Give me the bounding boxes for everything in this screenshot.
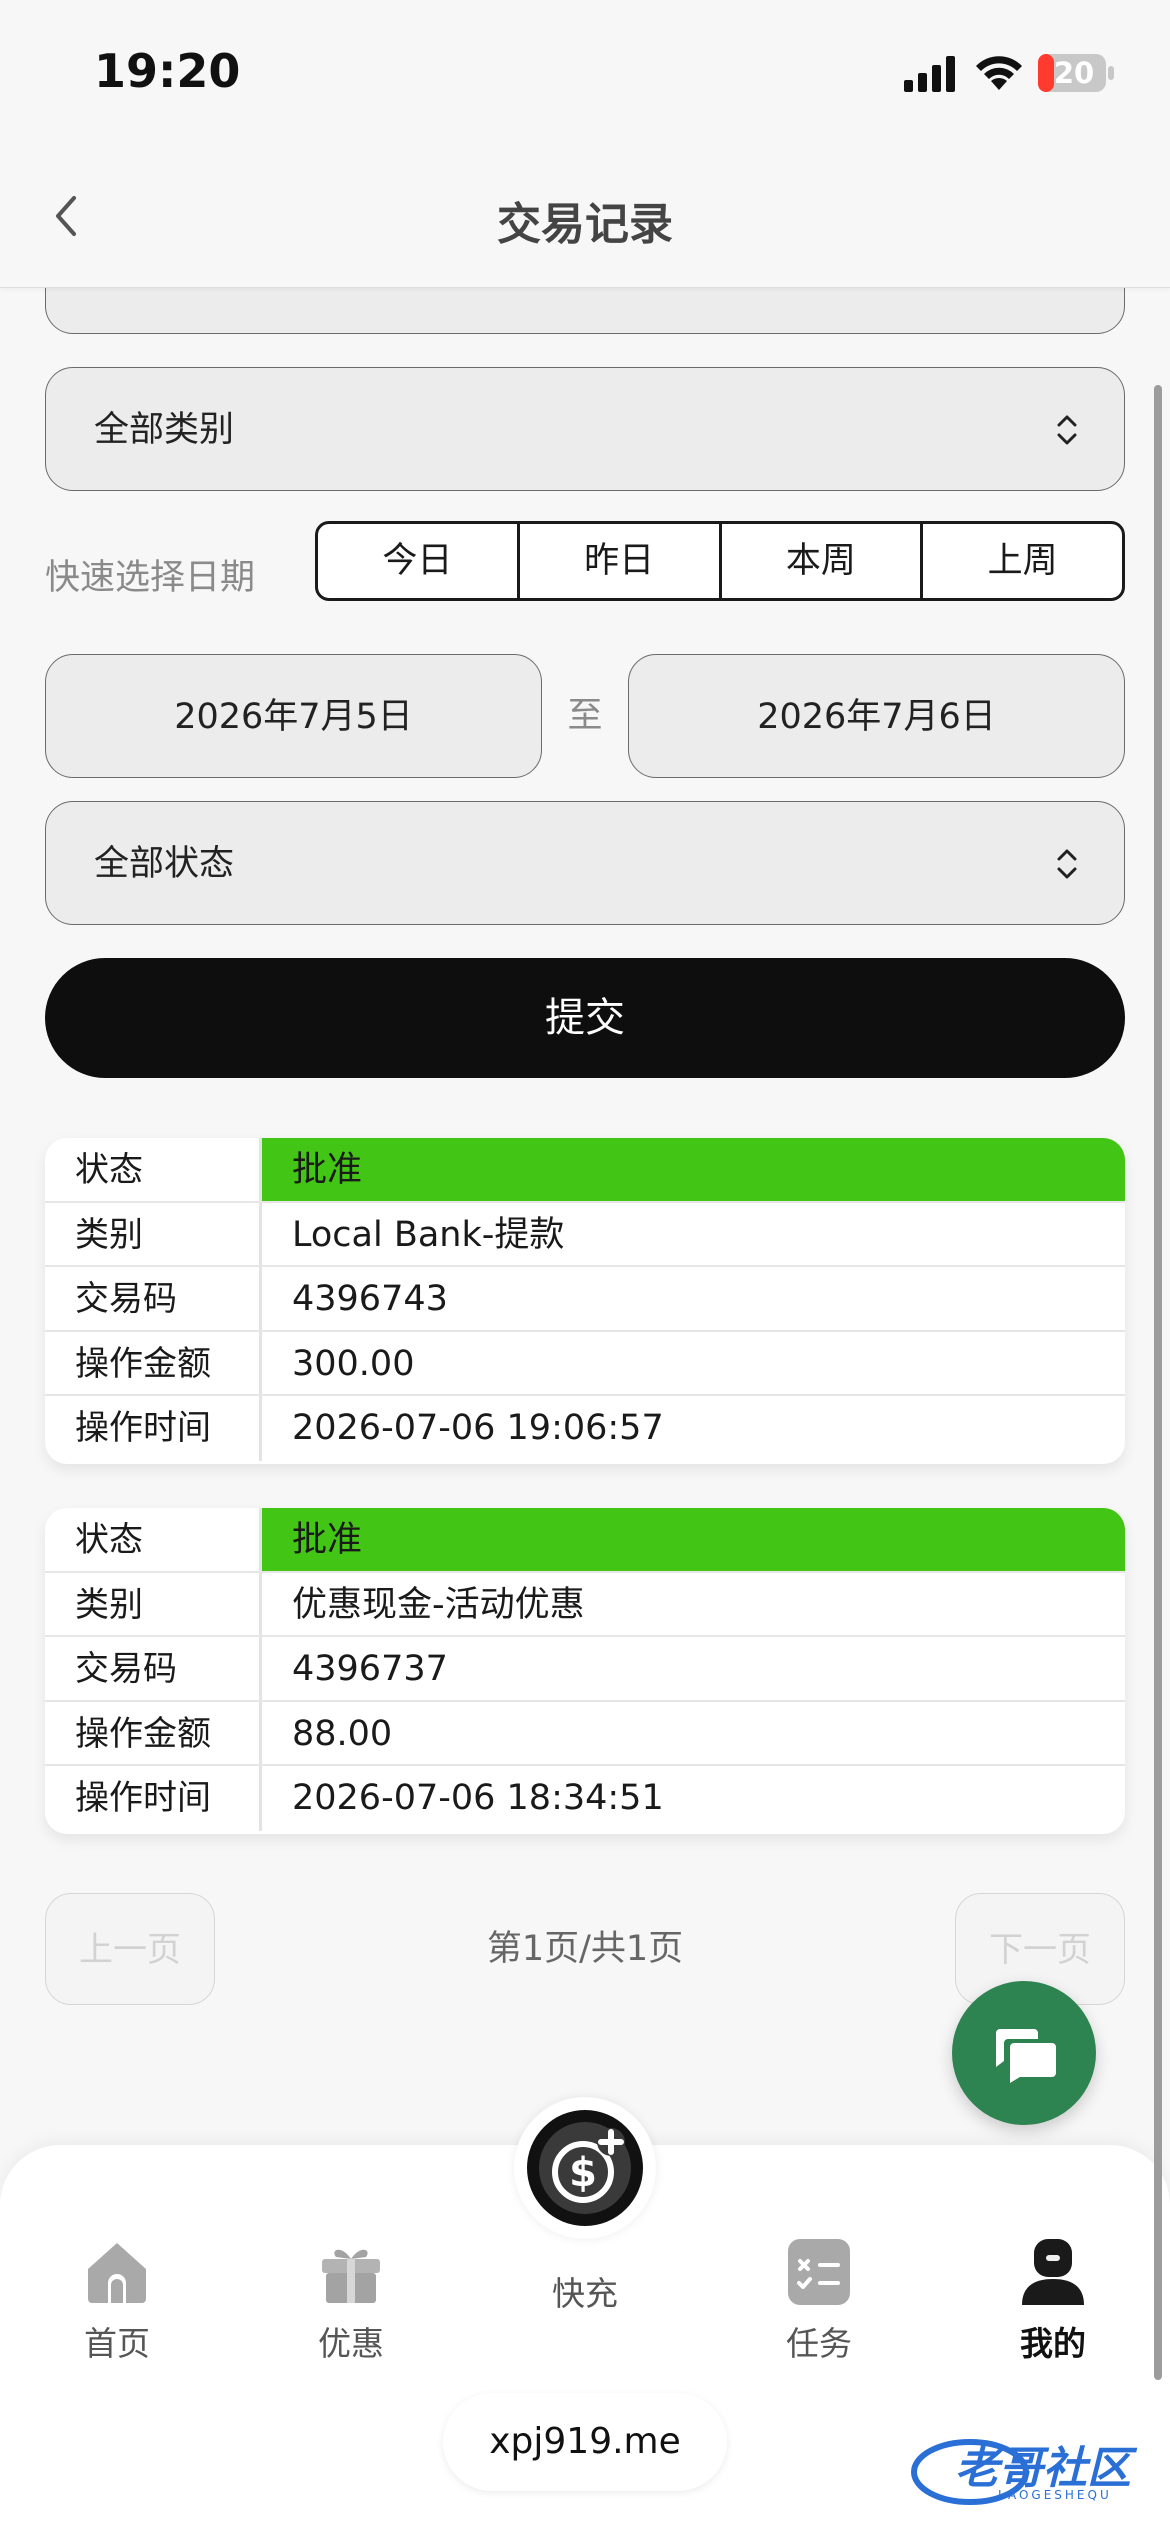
tab-promotions[interactable]: 优惠 xyxy=(234,2185,468,2363)
record-row-status: 状态 批准 xyxy=(45,1138,1125,1203)
nav-header: 交易记录 xyxy=(0,150,1170,288)
timezone-select[interactable]: 北京时间 xyxy=(45,288,1125,334)
profile-icon xyxy=(1022,2239,1084,2305)
date-to-field[interactable]: 2026年7月6日 xyxy=(628,654,1125,778)
record-key: 类别 xyxy=(45,1202,262,1265)
chat-button[interactable] xyxy=(952,1981,1096,2125)
record-row-time: 操作时间 2026-07-06 19:06:57 xyxy=(45,1396,1125,1461)
record-key: 类别 xyxy=(45,1572,262,1635)
gift-icon xyxy=(322,2249,380,2303)
cellular-signal-icon xyxy=(904,56,955,92)
quick-date-today[interactable]: 今日 xyxy=(318,524,520,598)
date-from-field[interactable]: 2026年7月5日 xyxy=(45,654,542,778)
quick-date-segmented: 今日 昨日 本周 上周 xyxy=(315,521,1125,601)
record-key: 交易码 xyxy=(45,1267,262,1330)
home-icon xyxy=(88,2243,146,2303)
record-key: 状态 xyxy=(45,1508,262,1571)
record-key: 状态 xyxy=(45,1138,262,1201)
quick-deposit-button[interactable]: $ xyxy=(514,2097,656,2239)
date-separator: 至 xyxy=(567,696,603,736)
watermark-text: 老哥社区 xyxy=(955,2443,1131,2494)
battery-level: 20 xyxy=(1053,56,1095,90)
page-title: 交易记录 xyxy=(497,199,673,250)
scrollbar[interactable] xyxy=(1154,385,1162,2380)
tab-tasks-label: 任务 xyxy=(786,2324,852,2363)
record-amount: 300.00 xyxy=(292,1343,415,1384)
dollar-plus-icon: $ xyxy=(527,2110,643,2226)
record-key: 交易码 xyxy=(45,1637,262,1700)
wifi-icon xyxy=(976,56,1022,90)
record-row-code: 交易码 4396737 xyxy=(45,1637,1125,1702)
status-bar: 19:20 20 xyxy=(0,0,1170,150)
record-amount: 88.00 xyxy=(292,1713,393,1754)
prev-page-button[interactable]: 上一页 xyxy=(45,1893,215,2005)
tab-home-label: 首页 xyxy=(84,2324,150,2363)
record-code: 4396743 xyxy=(292,1279,448,1319)
record-category: 优惠现金-活动优惠 xyxy=(292,1584,585,1625)
record-row-status: 状态 批准 xyxy=(45,1508,1125,1573)
record-row-category: 类别 优惠现金-活动优惠 xyxy=(45,1572,1125,1637)
main-content: 北京时间 全部类别 快速选择日期 今日 昨日 本周 上周 2026年7月5日 至… xyxy=(0,288,1170,2148)
record-row-time: 操作时间 2026-07-06 18:34:51 xyxy=(45,1766,1125,1831)
chevron-updown-icon xyxy=(1057,415,1077,445)
category-select-label: 全部类别 xyxy=(94,410,235,450)
record-row-code: 交易码 4396743 xyxy=(45,1267,1125,1332)
record-key: 操作时间 xyxy=(45,1766,262,1831)
category-select[interactable]: 全部类别 xyxy=(45,367,1125,491)
record-key: 操作时间 xyxy=(45,1396,262,1461)
timezone-select-label: 北京时间 xyxy=(94,288,234,335)
chat-bubbles-icon xyxy=(996,2029,1056,2083)
record-key: 操作金额 xyxy=(45,1331,262,1394)
tab-profile[interactable]: 我的 xyxy=(936,2185,1170,2363)
record-code: 4396737 xyxy=(292,1649,448,1689)
submit-button[interactable]: 提交 xyxy=(45,958,1125,1078)
tab-home[interactable]: 首页 xyxy=(0,2185,234,2363)
status-select[interactable]: 全部状态 xyxy=(45,801,1125,925)
record-card: 状态 批准 类别 优惠现金-活动优惠 交易码 4396737 操作金额 88.0… xyxy=(45,1508,1125,1834)
status-select-label: 全部状态 xyxy=(94,844,235,884)
quick-date-yesterday[interactable]: 昨日 xyxy=(520,524,722,598)
record-row-amount: 操作金额 88.00 xyxy=(45,1701,1125,1766)
record-category: Local Bank-提款 xyxy=(292,1214,565,1255)
quick-date-label: 快速选择日期 xyxy=(45,558,256,598)
tab-quick-deposit-label: 快充 xyxy=(552,2274,618,2313)
record-row-category: 类别 Local Bank-提款 xyxy=(45,1202,1125,1267)
record-row-amount: 操作金额 300.00 xyxy=(45,1331,1125,1396)
tab-promotions-label: 优惠 xyxy=(318,2324,384,2363)
record-status-badge: 批准 xyxy=(262,1138,1125,1201)
task-list-icon xyxy=(788,2239,850,2305)
record-card: 状态 批准 类别 Local Bank-提款 交易码 4396743 操作金额 … xyxy=(45,1138,1125,1464)
url-pill[interactable]: xpj919.me xyxy=(443,2393,727,2491)
record-status-badge: 批准 xyxy=(262,1508,1125,1571)
record-time: 2026-07-06 19:06:57 xyxy=(292,1408,664,1448)
status-time: 19:20 xyxy=(94,44,241,98)
quick-date-this-week[interactable]: 本周 xyxy=(722,524,924,598)
record-time: 2026-07-06 18:34:51 xyxy=(292,1778,664,1818)
record-key: 操作金额 xyxy=(45,1701,262,1764)
svg-text:$: $ xyxy=(569,2150,597,2196)
chevron-updown-icon xyxy=(1057,849,1077,879)
tab-profile-label: 我的 xyxy=(1020,2324,1086,2363)
watermark-subtext: LAOGESHEQU xyxy=(998,2488,1112,2502)
quick-date-last-week[interactable]: 上周 xyxy=(923,524,1122,598)
chevron-updown-icon xyxy=(1056,288,1078,291)
tab-tasks[interactable]: 任务 xyxy=(702,2185,936,2363)
